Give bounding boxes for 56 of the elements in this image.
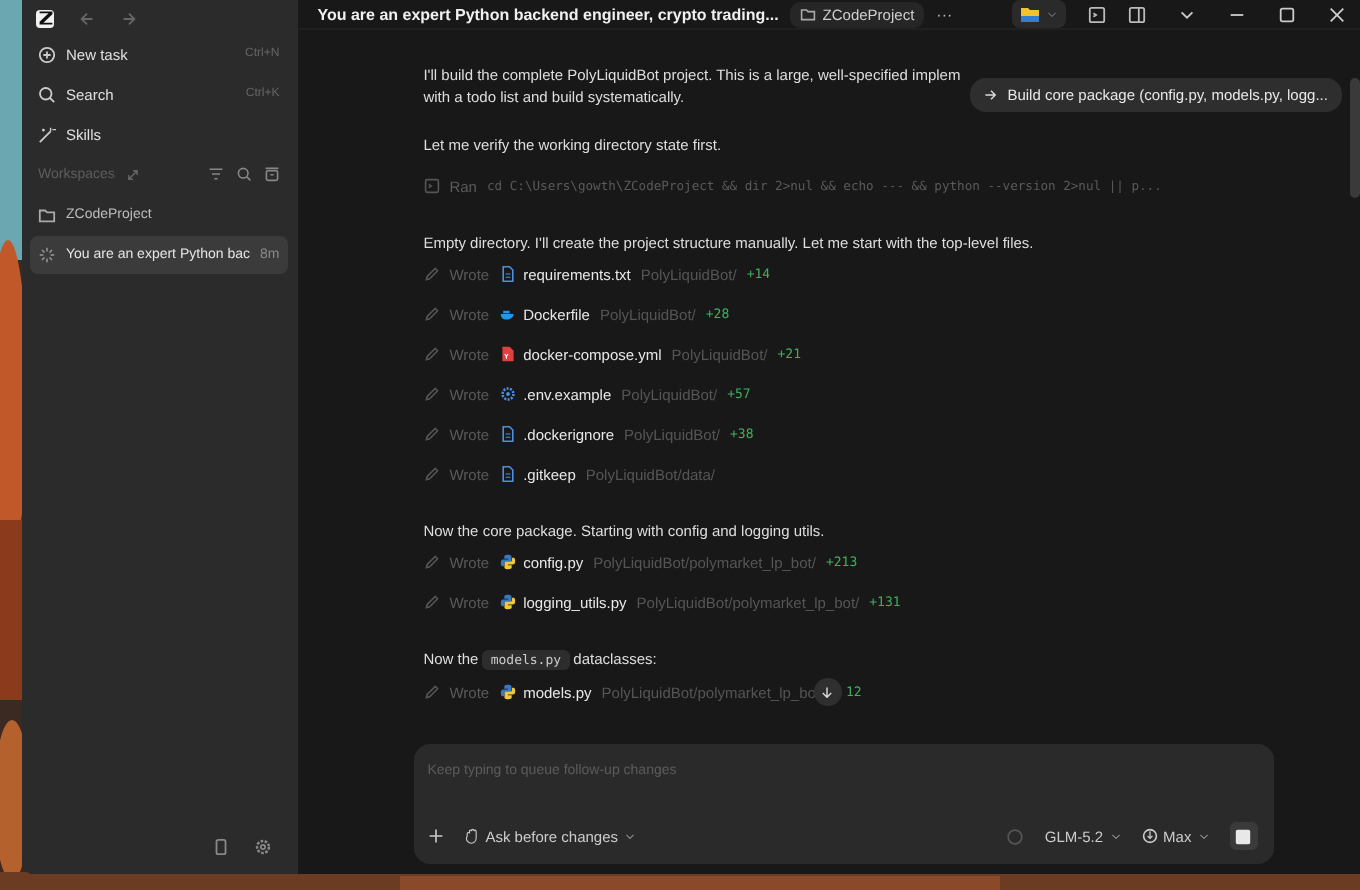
document-icon	[499, 426, 516, 442]
new-chat-icon	[38, 45, 56, 63]
whale-icon	[499, 306, 516, 322]
hand-icon	[463, 828, 480, 844]
collapse-icon[interactable]	[126, 167, 141, 181]
terminal-icon[interactable]	[1087, 5, 1106, 23]
python-icon	[499, 554, 516, 570]
pencil-icon	[423, 466, 440, 482]
phone-icon[interactable]	[211, 838, 230, 856]
pencil-icon	[423, 684, 440, 700]
chevron-down-icon	[1045, 8, 1058, 20]
window-title: You are an expert Python backend engineer, crypto trading...	[317, 5, 779, 23]
chevron-down-icon	[1109, 830, 1122, 842]
pencil-icon	[423, 554, 440, 570]
close-icon[interactable]	[1327, 5, 1346, 23]
magic-wand-icon	[38, 125, 56, 143]
filter-icon[interactable]	[207, 166, 224, 182]
scroll-down-button[interactable]	[813, 678, 842, 706]
split-panel-icon[interactable]	[1127, 5, 1146, 23]
search-icon	[38, 85, 56, 103]
pencil-icon	[423, 266, 440, 282]
arrow-down-icon	[820, 685, 835, 699]
open-folder-button[interactable]	[1011, 0, 1066, 28]
terminal-icon	[423, 178, 440, 194]
maximize-icon[interactable]	[1277, 5, 1296, 23]
stop-button[interactable]	[1229, 822, 1258, 850]
pencil-icon	[423, 346, 440, 362]
pencil-icon	[423, 306, 440, 322]
python-icon	[499, 594, 516, 610]
more-button[interactable]: ···	[936, 5, 953, 23]
scrollbar-thumb[interactable]	[1349, 78, 1360, 198]
app-logo-icon[interactable]	[36, 9, 54, 27]
document-icon	[499, 346, 516, 362]
plus-icon[interactable]	[427, 828, 444, 844]
back-arrow-icon[interactable]	[78, 9, 96, 27]
gauge-icon	[1141, 828, 1158, 844]
pencil-icon	[423, 594, 440, 610]
arrow-right-icon	[983, 88, 998, 102]
spinner-icon	[38, 246, 56, 264]
document-icon	[499, 266, 516, 282]
gear-icon	[499, 386, 516, 402]
document-icon	[499, 466, 516, 482]
pencil-icon	[423, 426, 440, 442]
folder-icon	[1019, 4, 1040, 24]
stop-icon	[1234, 827, 1253, 845]
settings-icon[interactable]	[253, 838, 272, 856]
chevron-down-icon	[1197, 830, 1210, 842]
folder-icon	[800, 6, 817, 22]
pencil-icon	[423, 386, 440, 402]
forward-arrow-icon[interactable]	[120, 9, 138, 27]
chevron-down-icon	[624, 830, 637, 842]
loading-circle-icon	[1006, 827, 1025, 845]
archive-icon[interactable]	[263, 166, 280, 182]
search-icon[interactable]	[235, 166, 252, 182]
python-icon	[499, 684, 516, 700]
folder-icon	[38, 206, 56, 224]
